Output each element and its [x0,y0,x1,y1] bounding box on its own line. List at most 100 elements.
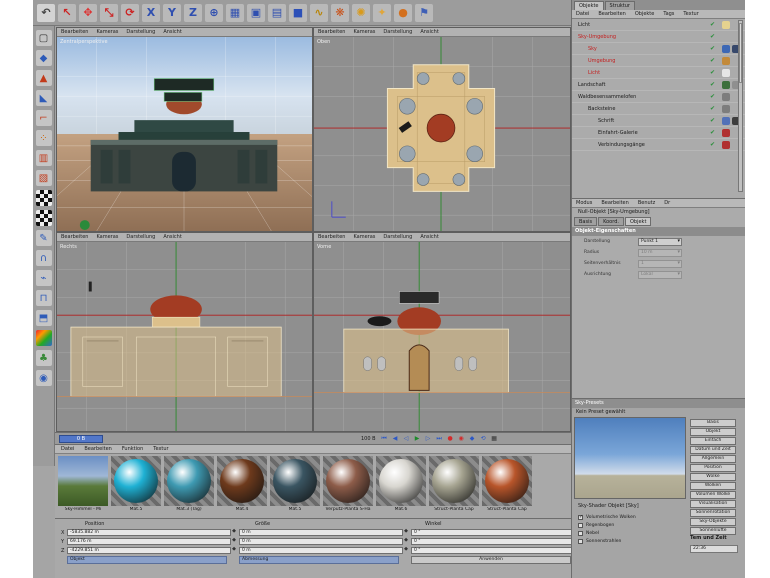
render-settings-icon[interactable]: ▤ [268,3,286,22]
material-icon[interactable] [35,330,52,346]
size-y-field[interactable]: 0 m [239,538,408,545]
size-x-field[interactable]: 0 m [239,529,408,536]
axis-y-icon[interactable]: Y [163,3,181,22]
sky-section-button[interactable]: Sonnenlufte [690,527,736,535]
record-icon[interactable]: ● [446,435,455,443]
model-mode-icon[interactable]: ◆ [35,50,52,66]
sky-section-button[interactable]: Einfach [690,437,736,445]
material-item[interactable]: Sky-Himmel - Mi [57,456,109,512]
menu-item[interactable]: Dr [664,200,670,206]
perspective-render[interactable] [57,37,312,231]
tag-icon[interactable] [722,21,730,29]
light-icon[interactable]: ✺ [352,3,370,22]
step-back-icon[interactable]: ◀ [391,435,400,443]
menu-item[interactable]: Bearbeiten [598,11,625,17]
menu-item[interactable]: Tags [663,11,674,17]
material-item[interactable]: Mat.5 [110,456,162,512]
spline-icon[interactable]: ∿ [310,3,328,22]
sky-option[interactable]: Regenbogen [578,521,636,529]
tag-icon[interactable] [722,69,730,77]
menu-item[interactable]: Ansicht [420,234,438,240]
menu-item[interactable]: Kameras [353,29,375,35]
sky-section-button[interactable]: Sky-Objekte [690,518,736,526]
camera-icon[interactable]: ⚑ [415,3,433,22]
angle-p-field[interactable]: 0 ° [411,538,580,545]
tweak-icon[interactable]: ✎ [35,230,52,246]
menu-item[interactable]: Benutz [638,200,655,206]
menu-item[interactable]: Bearbeiten [84,446,111,452]
menu-item[interactable]: Darstellung [126,29,155,35]
sky-section-button[interactable]: Volumen Wolke [690,491,736,499]
object-name[interactable]: Waldbesensammelofen [572,94,636,100]
axis-mode-icon[interactable]: ⌐ [35,110,52,126]
menu-item[interactable]: Kameras [96,234,118,240]
sky-section-button[interactable]: Objekt [690,428,736,436]
menu-item[interactable]: Bearbeiten [61,29,88,35]
checkbox[interactable] [578,538,583,544]
tag-icon[interactable] [722,45,730,53]
menu-item[interactable]: Darstellung [383,234,412,240]
move-icon[interactable]: ✥ [79,3,97,22]
object-row[interactable]: Verbindungsgänge ✔ [572,139,745,151]
object-row[interactable]: Sky-Umgebung ✔ [572,31,745,43]
menu-item[interactable]: Datei [576,11,589,17]
deformer-icon[interactable]: ✦ [373,3,391,22]
material-swatch[interactable] [376,456,426,506]
menu-item[interactable]: Datei [61,446,74,452]
material-swatch[interactable] [482,456,532,506]
bridge-icon[interactable]: ⊓ [35,290,52,306]
object-row[interactable]: Licht ✔ [572,19,745,31]
menu-item[interactable]: Textur [683,11,698,17]
visible-check-icon[interactable]: ✔ [710,69,715,76]
object-name[interactable]: Einfahrt-Galerie [572,130,638,136]
top-view-canvas[interactable] [314,37,570,231]
sky-section-button[interactable]: Wolke [690,473,736,481]
attribute-dropdown[interactable]: Punkt 1 [638,237,682,246]
paint-icon[interactable]: ♣ [35,350,52,366]
visible-check-icon[interactable]: ✔ [710,129,715,136]
material-swatch[interactable] [270,456,320,506]
magnet-icon[interactable]: ∩ [35,250,52,266]
sky-section-button[interactable]: Allgemein [690,455,736,463]
angle-b-field[interactable]: 0 ° [411,547,580,554]
viewport-front[interactable]: Bearbeiten Kameras Darstellung Ansicht V… [313,232,571,432]
coordinate-mode-dropdown[interactable]: Objekt [67,556,227,564]
object-row[interactable]: Umgebung ✔ [572,55,745,67]
tab-coordinates[interactable]: Koord. [598,217,624,226]
menu-item[interactable]: Funktion [122,446,143,452]
material-swatch[interactable] [429,456,479,506]
object-name[interactable]: Licht [572,70,600,76]
checkbox[interactable] [578,530,583,536]
sky-section-button[interactable]: Visualisation [690,500,736,508]
menu-item[interactable]: Objekte [635,11,655,17]
visible-check-icon[interactable]: ✔ [710,93,715,100]
viewport-right[interactable]: Bearbeiten Kameras Darstellung Ansicht R… [56,232,313,432]
sky-option[interactable]: ✓ Volumetrische Wolken [578,513,636,521]
visible-check-icon[interactable]: ✔ [710,33,715,40]
material-item[interactable]: Mat.4 [216,456,268,512]
render-region-icon[interactable]: ▦ [226,3,244,22]
menu-item[interactable]: Darstellung [126,234,155,240]
object-row[interactable]: Backsteine ✔ [572,103,745,115]
tag-icon[interactable] [722,129,730,137]
tab-objects[interactable]: Objekte [574,1,604,10]
tag-icon[interactable] [722,141,730,149]
checkbox[interactable]: ✓ [578,514,583,520]
select-arrow-icon[interactable]: ↖ [58,3,76,22]
edge-mode-icon[interactable]: ▥ [35,150,52,166]
sky-section-button[interactable]: Wolken [690,482,736,490]
material-swatch[interactable] [323,456,373,506]
visible-check-icon[interactable]: ✔ [710,45,715,52]
object-name[interactable]: Backsteine [572,106,615,112]
visible-check-icon[interactable]: ✔ [710,81,715,88]
go-to-start-icon[interactable]: ⏮ [380,435,389,443]
loop-icon[interactable]: ⟲ [479,435,488,443]
tag-icon[interactable] [722,105,730,113]
tab-object[interactable]: Objekt [624,217,652,226]
autokey-icon[interactable]: ◉ [457,435,466,443]
sky-option[interactable]: Sonnenstrahlen [578,537,636,545]
object-name[interactable]: Umgebung [572,58,615,64]
play-back-icon[interactable]: ◁ [402,435,411,443]
object-name[interactable]: Landschaft [572,82,605,88]
axis-z-icon[interactable]: Z [184,3,202,22]
